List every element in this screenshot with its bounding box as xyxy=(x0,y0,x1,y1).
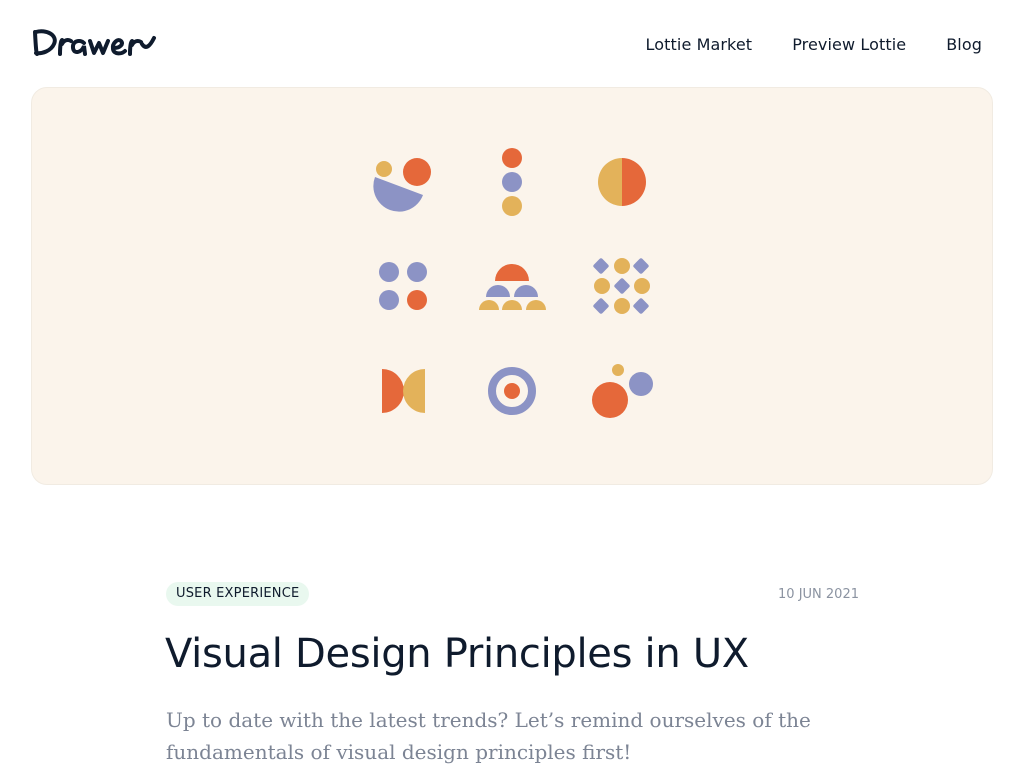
nav-lottie-market[interactable]: Lottie Market xyxy=(646,35,753,54)
four-dots-icon xyxy=(379,262,427,310)
hero-illustration xyxy=(31,87,993,485)
main-nav: Lottie Market Preview Lottie Blog xyxy=(646,35,982,54)
geometric-shapes-illustration xyxy=(373,148,653,418)
stacked-semicircles-icon xyxy=(479,264,546,310)
split-circle-icon xyxy=(598,158,646,206)
category-badge[interactable]: USER EXPERIENCE xyxy=(166,582,310,606)
article-subtitle: Up to date with the latest trends? Let’s… xyxy=(166,708,811,764)
target-ring-icon xyxy=(488,367,536,415)
drawer-logo[interactable] xyxy=(32,24,160,60)
three-dots-vertical-icon xyxy=(502,148,522,216)
diamond-pattern-icon xyxy=(593,258,650,314)
publish-date: 10 JUN 2021 xyxy=(778,587,859,602)
nav-preview-lottie[interactable]: Preview Lottie xyxy=(792,35,906,54)
site-header: Lottie Market Preview Lottie Blog xyxy=(0,0,1024,86)
facing-halves-icon xyxy=(382,369,425,413)
article-title: Visual Design Principles in UX xyxy=(165,631,749,677)
bowl-shape-icon xyxy=(373,158,431,212)
nav-blog[interactable]: Blog xyxy=(946,35,982,54)
scattered-circles-icon xyxy=(592,364,653,418)
